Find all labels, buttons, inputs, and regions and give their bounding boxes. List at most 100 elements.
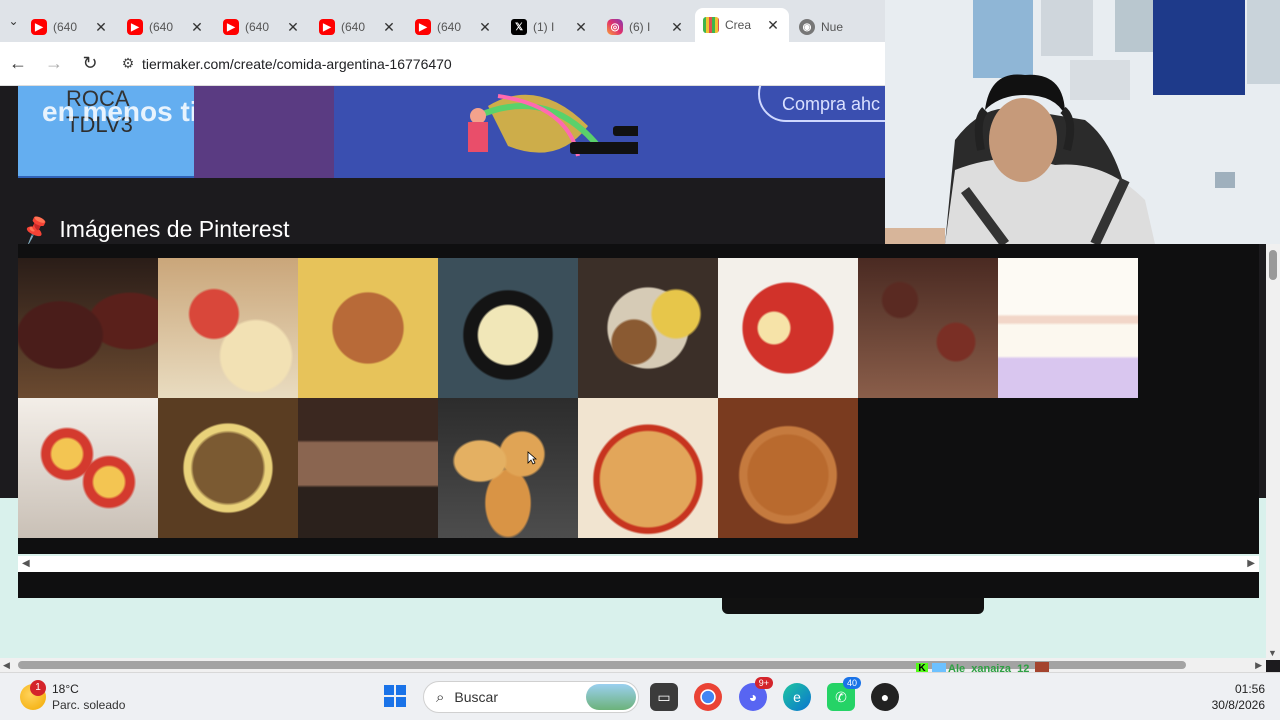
close-icon[interactable]: ✕ bbox=[189, 19, 205, 36]
tab-title: (640 bbox=[437, 20, 462, 34]
tab-title: (640 bbox=[53, 20, 78, 34]
tab-7[interactable]: Crea ✕ bbox=[695, 8, 789, 42]
scroll-right-icon[interactable]: ▶ bbox=[1255, 660, 1262, 671]
food-image-puchero[interactable] bbox=[578, 258, 718, 398]
screen: ⌄ ▶ (640 ✕ ▶ (640 ✕ ▶ (640 ✕ ▶ (640 ✕ ▶ (640 ✕ 𝕏 (1) I ✕ ◎… bbox=[0, 0, 1280, 720]
food-image-morcilla[interactable] bbox=[18, 258, 158, 398]
clock-time: 01:56 bbox=[1234, 682, 1265, 696]
chevron-down-icon: ⌄ bbox=[8, 14, 19, 28]
youtube-icon: ▶ bbox=[319, 19, 335, 35]
tab-strip: ⌄ ▶ (640 ✕ ▶ (640 ✕ ▶ (640 ✕ ▶ (640 ✕ ▶ (640 ✕ 𝕏 (1) I ✕ ◎… bbox=[0, 0, 885, 42]
food-image-sorrentinos[interactable] bbox=[18, 398, 158, 538]
tab-3[interactable]: ▶ (640 ✕ bbox=[311, 12, 405, 42]
taskbar: 1 18°C Parc. soleado ⌕ Buscar ▭ ◕ 9+ e ✆ 4… bbox=[0, 672, 1280, 720]
food-image-sandwich-de-miga[interactable] bbox=[998, 258, 1138, 398]
discord-icon[interactable]: ◕ 9+ bbox=[739, 677, 773, 711]
close-icon[interactable]: ✕ bbox=[381, 19, 397, 36]
tab-search-button[interactable]: ⌄ bbox=[6, 7, 21, 35]
x-icon: 𝕏 bbox=[511, 19, 527, 35]
close-icon[interactable]: ✕ bbox=[573, 19, 589, 36]
close-icon[interactable]: ✕ bbox=[93, 19, 109, 36]
tab-4[interactable]: ▶ (640 ✕ bbox=[407, 12, 501, 42]
tab-title: (640 bbox=[245, 20, 270, 34]
food-image-matambre[interactable] bbox=[298, 398, 438, 538]
pushpin-icon: 📌 bbox=[18, 212, 53, 246]
webcam-overlay bbox=[885, 0, 1280, 244]
tab-title: (6) I bbox=[629, 20, 651, 34]
tab-title: (1) I bbox=[533, 20, 555, 34]
tab-2[interactable]: ▶ (640 ✕ bbox=[215, 12, 309, 42]
food-image-tallarines-bolognesa[interactable] bbox=[158, 398, 298, 538]
tiermaker-icon bbox=[703, 17, 719, 33]
food-image-empanadas[interactable] bbox=[438, 398, 578, 538]
close-icon[interactable]: ✕ bbox=[477, 19, 493, 36]
food-image-locro[interactable] bbox=[718, 398, 858, 538]
section-title: Imágenes de Pinterest bbox=[59, 216, 290, 242]
chrome-taskbar-icon[interactable] bbox=[694, 683, 722, 711]
tab-8[interactable]: ◉ Nue bbox=[791, 12, 885, 42]
weather-sun-icon: 1 bbox=[20, 680, 46, 710]
edge-icon[interactable]: e bbox=[783, 683, 811, 711]
youtube-icon: ▶ bbox=[415, 19, 431, 35]
scroll-left-icon[interactable]: ◀ bbox=[3, 660, 10, 671]
weather-badge: 1 bbox=[30, 680, 46, 696]
obs-icon[interactable]: ● bbox=[871, 683, 899, 711]
site-settings-icon[interactable]: ⚙ bbox=[114, 55, 142, 72]
image-gallery bbox=[18, 244, 1259, 554]
tab-5[interactable]: 𝕏 (1) I ✕ bbox=[503, 12, 597, 42]
weather-widget[interactable]: 1 18°C Parc. soleado bbox=[20, 680, 126, 713]
taskbar-search[interactable]: ⌕ Buscar bbox=[423, 681, 639, 713]
url-field[interactable]: ⚙ tiermaker.com/create/comida-argentina-… bbox=[114, 47, 877, 81]
gallery-footer bbox=[18, 572, 1259, 598]
tab-6[interactable]: ◎ (6) I ✕ bbox=[599, 12, 693, 42]
search-highlight-image bbox=[586, 684, 636, 710]
food-image-pizza[interactable] bbox=[578, 398, 718, 538]
youtube-icon: ▶ bbox=[31, 19, 47, 35]
reload-button[interactable]: ↻ bbox=[72, 46, 108, 82]
page-horizontal-scrollbar[interactable]: ◀ ▶ bbox=[0, 658, 1266, 672]
instagram-icon: ◎ bbox=[607, 19, 623, 35]
food-image-mollejas[interactable] bbox=[858, 258, 998, 398]
clock[interactable]: 01:56 30/8/2026 bbox=[1195, 681, 1265, 713]
banner-cta[interactable]: Compra ahc bbox=[758, 86, 885, 122]
weather-condition: Parc. soleado bbox=[52, 698, 126, 712]
food-image-ravioles[interactable] bbox=[718, 258, 858, 398]
address-bar: ← → ↻ ⚙ tiermaker.com/create/comida-arge… bbox=[0, 42, 885, 86]
scroll-down-icon[interactable]: ▼ bbox=[1268, 648, 1277, 658]
task-view-icon[interactable]: ▭ bbox=[650, 683, 678, 711]
banner-illustration bbox=[468, 94, 638, 157]
arrow-left-icon: ← bbox=[9, 53, 27, 73]
close-icon[interactable]: ✕ bbox=[669, 19, 685, 36]
page-vertical-scrollbar[interactable]: ▼ bbox=[1266, 244, 1280, 660]
ad-banner[interactable]: ROCA TDLV3 en menos tiempo. Compra ahc bbox=[18, 86, 885, 178]
food-image-provoleta[interactable] bbox=[438, 258, 578, 398]
vertical-scroll-thumb[interactable] bbox=[1269, 250, 1277, 280]
clock-date: 30/8/2026 bbox=[1211, 698, 1265, 712]
start-button[interactable] bbox=[384, 685, 406, 707]
tab-1[interactable]: ▶ (640 ✕ bbox=[119, 12, 213, 42]
section-heading: 📌 Imágenes de Pinterest bbox=[18, 213, 290, 246]
discord-badge: 9+ bbox=[754, 677, 773, 689]
scroll-left-icon[interactable]: ◀ bbox=[22, 558, 30, 569]
tabs-container: ▶ (640 ✕ ▶ (640 ✕ ▶ (640 ✕ ▶ (640 ✕ ▶ (640 ✕ 𝕏 (1) I ✕ ◎ (6… bbox=[21, 0, 885, 42]
food-image-milanesa-napolitana[interactable] bbox=[298, 258, 438, 398]
youtube-icon: ▶ bbox=[223, 19, 239, 35]
chrome-icon: ◉ bbox=[799, 19, 815, 35]
windows-logo-icon bbox=[384, 685, 394, 695]
scroll-right-icon[interactable]: ▶ bbox=[1247, 558, 1255, 569]
banner-food-image bbox=[194, 86, 334, 178]
mouse-cursor bbox=[527, 451, 537, 465]
tab-title: (640 bbox=[341, 20, 366, 34]
forward-button[interactable]: → bbox=[36, 46, 72, 82]
close-icon[interactable]: ✕ bbox=[285, 19, 301, 36]
tab-0[interactable]: ▶ (640 ✕ bbox=[23, 12, 117, 42]
url-text: tiermaker.com/create/comida-argentina-16… bbox=[142, 55, 452, 72]
food-image-ñoquis[interactable] bbox=[158, 258, 298, 398]
close-icon[interactable]: ✕ bbox=[765, 17, 781, 34]
whatsapp-badge: 40 bbox=[842, 677, 861, 689]
whatsapp-icon[interactable]: ✆ 40 bbox=[827, 677, 861, 711]
tab-title: (640 bbox=[149, 20, 174, 34]
page-button-partial[interactable] bbox=[722, 598, 984, 614]
back-button[interactable]: ← bbox=[0, 46, 36, 82]
gallery-scrollbar[interactable]: ◀ ▶ bbox=[18, 556, 1259, 572]
